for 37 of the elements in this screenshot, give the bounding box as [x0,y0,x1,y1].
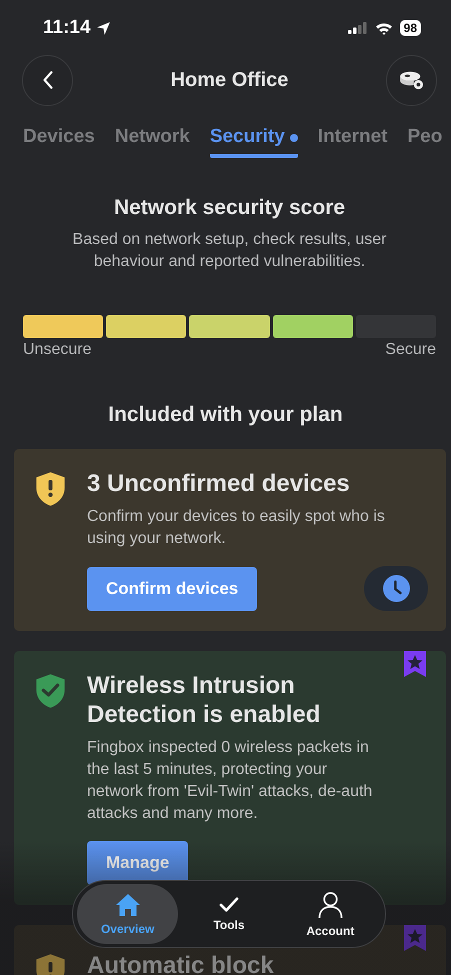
card-title: Wireless Intrusion Detection is enabled [87,671,322,729]
clock-time: 11:14 [43,17,91,39]
nav-tab[interactable]: Overview [77,884,178,944]
scale-label: Unsecure [23,341,92,359]
tab[interactable]: Security [210,126,298,158]
clock-icon [382,575,410,602]
nav-tab[interactable]: Account [280,884,381,944]
snooze-button[interactable] [364,566,428,611]
battery-level: 98 [400,20,421,36]
home-icon [114,892,141,916]
card-title: Automatic block [87,951,275,975]
back-chevron-icon [42,70,54,90]
card-title: 3 Unconfirmed devices [87,469,351,498]
section-title: Included with your plan [107,403,344,427]
device-settings-button[interactable] [386,54,437,106]
check-shield-icon [35,673,66,709]
wifi-icon [374,22,393,34]
tab[interactable]: Internet [318,126,388,158]
tab[interactable]: Peo [407,126,442,158]
checkmark-icon [218,896,239,912]
location-arrow-icon [96,20,111,36]
action-button[interactable]: Manage [87,841,188,885]
tab[interactable]: Network [114,126,190,158]
warning-shield-icon [35,471,66,507]
scale-label: Secure [385,341,436,359]
tab[interactable]: Devices [23,126,95,158]
card-description: Confirm your devices to easily spot who is using your network. [87,507,386,549]
device-gear-icon [398,69,424,91]
screen-title: Home Office [170,68,288,92]
person-icon [318,890,343,918]
section-description: Based on network setup, check results, user behaviour and reported vulnerabilities. [72,230,388,272]
section-title: Network security score [112,196,346,220]
signal-icon [348,22,368,34]
action-button[interactable]: Confirm devices [87,566,258,610]
card-description: Fingbox inspected 0 wireless packets in the last 5 minutes, protecting your network from 'Evil-Twin' attacks, de-auth attacks and many more. [87,738,374,824]
back-button[interactable] [22,54,73,106]
nav-tab[interactable]: Tools [178,884,280,944]
